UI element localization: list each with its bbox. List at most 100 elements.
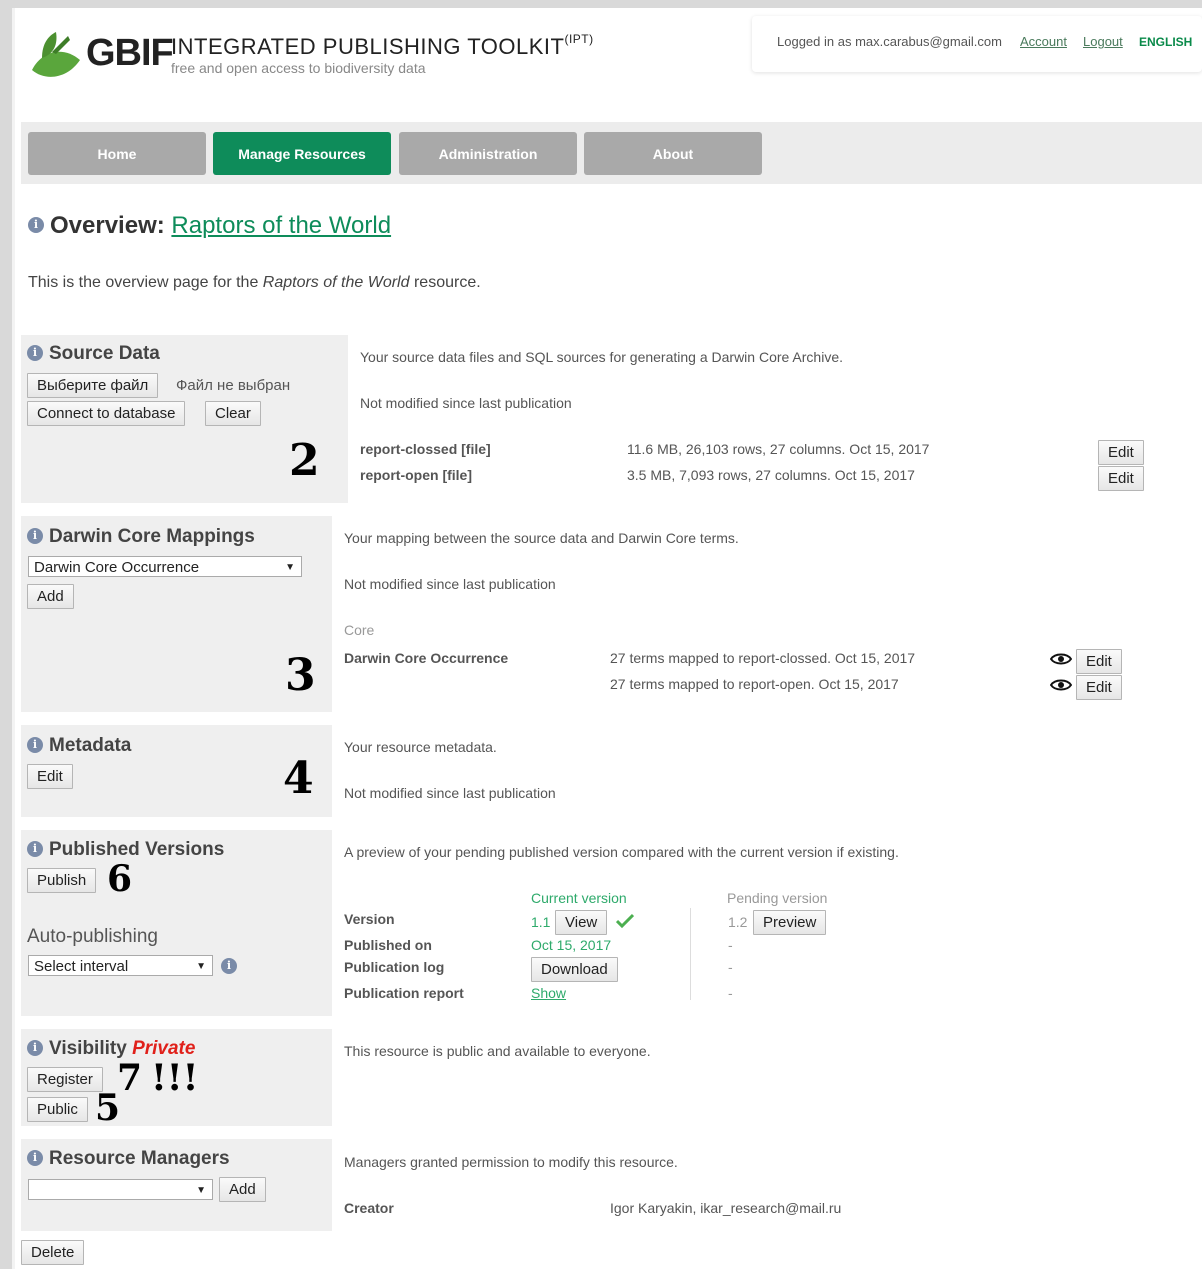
app-title-text: INTEGRATED PUBLISHING TOOLKIT: [171, 34, 565, 59]
chevron-down-icon: ▼: [196, 961, 206, 972]
source-data-title: i Source Data: [27, 343, 160, 365]
logout-link[interactable]: Logout: [1083, 34, 1123, 49]
edit-mapping-button[interactable]: Edit: [1076, 675, 1122, 700]
logged-in-text: Logged in as max.carabus@gmail.com: [777, 34, 1002, 49]
published-on-date: Oct 15, 2017: [531, 937, 612, 953]
source-desc: Your source data files and SQL sources f…: [360, 349, 843, 365]
desc-post: resource.: [409, 274, 481, 291]
overview-description: This is the overview page for the Raptor…: [28, 274, 481, 292]
info-icon[interactable]: i: [27, 344, 43, 361]
info-icon[interactable]: i: [27, 1149, 43, 1166]
publication-report-label: Publication report: [344, 985, 464, 1001]
published-desc: A preview of your pending published vers…: [344, 844, 899, 860]
manager-select[interactable]: ▼: [28, 1179, 213, 1200]
source-data-title-text: Source Data: [49, 343, 160, 364]
choose-file-button[interactable]: Выберите файл: [27, 373, 159, 398]
mapping-info: 27 terms mapped to report-clossed. Oct 1…: [610, 650, 916, 666]
gbif-leaf-icon: [32, 32, 80, 77]
step-number: 5: [95, 1087, 121, 1129]
step-number: 2: [289, 435, 320, 486]
publication-log-label: Publication log: [344, 959, 445, 975]
info-icon[interactable]: i: [27, 1039, 43, 1056]
desc-pre: This is the overview page for the: [28, 274, 263, 291]
info-icon[interactable]: i: [221, 958, 237, 974]
eye-icon[interactable]: [1049, 652, 1073, 669]
main-nav: Home Manage Resources Administration Abo…: [21, 122, 1202, 184]
core-label: Core: [344, 622, 375, 638]
add-manager-button[interactable]: Add: [219, 1177, 266, 1202]
mappings-title-text: Darwin Core Mappings: [49, 526, 255, 547]
chevron-down-icon: ▼: [196, 1185, 206, 1196]
mappings-title: i Darwin Core Mappings: [27, 526, 255, 548]
tagline: free and open access to biodiversity dat…: [171, 60, 426, 76]
app-title: INTEGRATED PUBLISHING TOOLKIT(IPT): [171, 32, 594, 60]
nav-about[interactable]: About: [584, 132, 762, 175]
published-versions-panel: i Published Versions Publish 6 Auto-publi…: [21, 830, 332, 1016]
info-icon[interactable]: i: [27, 527, 43, 544]
connect-database-button[interactable]: Connect to database: [27, 401, 186, 426]
interval-value: Select interval: [34, 958, 129, 975]
metadata-status: Not modified since last publication: [344, 785, 556, 801]
app-title-sup: (IPT): [564, 32, 594, 46]
edit-source-button[interactable]: Edit: [1098, 466, 1144, 491]
source-file-name[interactable]: report-open [file]: [360, 467, 472, 483]
edit-source-button[interactable]: Edit: [1098, 440, 1144, 465]
source-file-name[interactable]: report-clossed [file]: [360, 441, 491, 457]
step-number: 6: [107, 858, 133, 900]
source-file-info: 3.5 MB, 7,093 rows, 27 columns. Oct 15, …: [627, 467, 915, 483]
pending-version-header: Pending version: [727, 890, 828, 906]
window-frame-inner: [12, 8, 15, 1269]
account-link[interactable]: Account: [1020, 34, 1067, 49]
add-mapping-button[interactable]: Add: [27, 584, 74, 609]
metadata-title-text: Metadata: [49, 735, 132, 756]
exclamation-annotation: !!!: [151, 1057, 199, 1099]
view-version-button[interactable]: View: [555, 910, 608, 935]
chevron-down-icon: ▼: [285, 562, 295, 573]
interval-select[interactable]: Select interval ▼: [28, 955, 213, 976]
gbif-logo[interactable]: GBIF INTEGRATED PUBLISHING TOOLKIT(IPT) …: [28, 30, 593, 90]
source-data-panel: i Source Data Выберите файл Файл не выбра…: [21, 335, 348, 503]
pending-published-on: -: [728, 937, 733, 953]
edit-mapping-button[interactable]: Edit: [1076, 649, 1122, 674]
metadata-panel: i Metadata Edit 4: [21, 725, 332, 817]
desc-resource: Raptors of the World: [262, 274, 410, 291]
show-report-link[interactable]: Show: [531, 985, 566, 1001]
published-title-text: Published Versions: [49, 839, 225, 860]
eye-icon[interactable]: [1049, 678, 1073, 695]
delete-button[interactable]: Delete: [21, 1240, 85, 1265]
preview-button[interactable]: Preview: [753, 910, 827, 935]
mappings-panel: i Darwin Core Mappings Darwin Core Occurr…: [21, 516, 332, 712]
info-icon[interactable]: i: [27, 736, 43, 753]
edit-metadata-button[interactable]: Edit: [27, 764, 73, 789]
current-version-header: Current version: [531, 890, 627, 906]
managers-title-text: Resource Managers: [49, 1148, 230, 1169]
published-on-label: Published on: [344, 937, 432, 953]
window-frame-top: [0, 0, 1202, 8]
language-selector[interactable]: ENGLISH: [1139, 35, 1192, 49]
clear-button[interactable]: Clear: [205, 401, 261, 426]
creator-value: Igor Karyakin, ikar_research@mail.ru: [610, 1200, 842, 1216]
info-icon[interactable]: i: [28, 216, 44, 233]
mappings-status: Not modified since last publication: [344, 576, 556, 592]
resource-title-link[interactable]: Raptors of the World: [171, 212, 391, 239]
register-button[interactable]: Register: [27, 1067, 103, 1092]
metadata-title: i Metadata: [27, 735, 131, 757]
overview-label: Overview:: [50, 212, 165, 239]
mapping-type-select[interactable]: Darwin Core Occurrence ▼: [28, 556, 302, 577]
managers-panel: i Resource Managers ▼ Add: [21, 1139, 332, 1231]
nav-administration[interactable]: Administration: [399, 132, 577, 175]
version-label: Version: [344, 911, 395, 927]
public-button[interactable]: Public: [27, 1097, 88, 1122]
download-log-button[interactable]: Download: [531, 957, 618, 982]
step-number: 3: [285, 650, 316, 701]
user-bar: Logged in as max.carabus@gmail.com Accou…: [752, 16, 1202, 72]
nav-manage-resources[interactable]: Manage Resources: [213, 132, 391, 175]
metadata-desc: Your resource metadata.: [344, 739, 497, 755]
managers-title: i Resource Managers: [27, 1148, 230, 1170]
publish-button[interactable]: Publish: [27, 868, 97, 893]
info-icon[interactable]: i: [27, 840, 43, 857]
window-frame-left: [0, 0, 12, 1269]
current-version-number: 1.1: [531, 914, 551, 930]
nav-home[interactable]: Home: [28, 132, 206, 175]
divider: [690, 908, 691, 1000]
